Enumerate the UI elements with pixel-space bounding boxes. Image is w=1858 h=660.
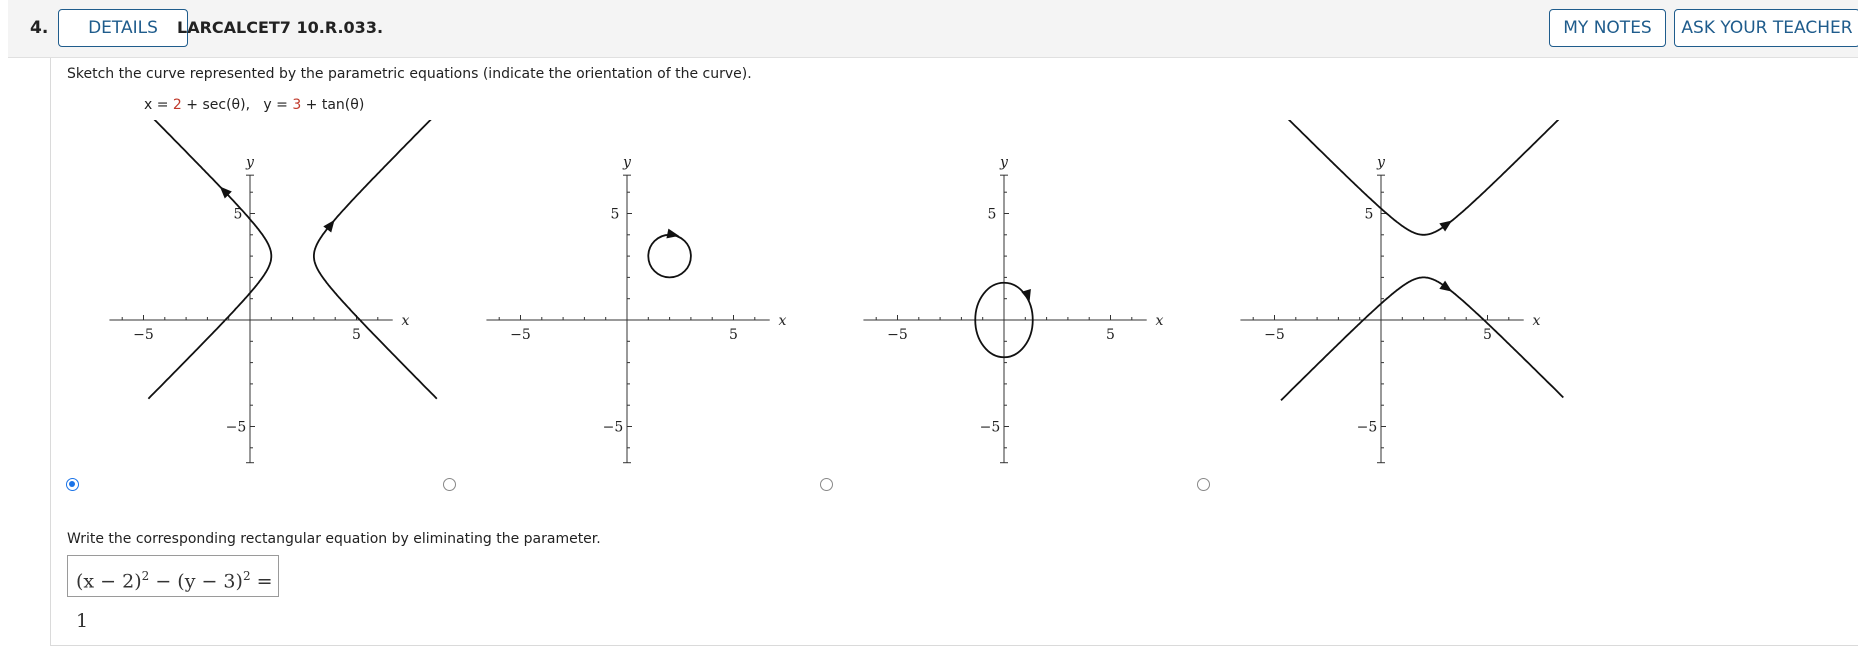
option-d-radio[interactable] xyxy=(1197,478,1210,491)
option-c-radio[interactable] xyxy=(820,478,833,491)
hyperbola-branch-upper xyxy=(1287,120,1560,236)
x-tick-label: 5 xyxy=(1483,327,1492,343)
circle-curve xyxy=(647,233,692,279)
ask-teacher-button[interactable]: ASK YOUR TEACHER xyxy=(1674,9,1858,47)
answer-exp2: 2 xyxy=(242,569,251,583)
y-tick-label: −5 xyxy=(226,420,247,436)
rectangular-equation-prompt: Write the corresponding rectangular equa… xyxy=(67,531,601,547)
eq-y-rest: + tan(θ) xyxy=(301,97,365,113)
x-tick-label: −5 xyxy=(510,327,531,343)
eq-y-constant: 3 xyxy=(292,97,302,113)
x-tick-label: 5 xyxy=(1106,327,1115,343)
parametric-equations: x = 2 + sec(θ), y = 3 + tan(θ) xyxy=(144,97,364,113)
y-tick-label: −5 xyxy=(1357,420,1378,436)
x-axis-label: x xyxy=(402,313,410,329)
eq-x-label: x = xyxy=(144,97,173,113)
x-axis-label: x xyxy=(1533,313,1541,329)
x-tick-label: 5 xyxy=(352,327,361,343)
question-prompt: Sketch the curve represented by the para… xyxy=(67,66,752,82)
eq-y-label: y = xyxy=(263,97,293,113)
y-tick-label: −5 xyxy=(980,420,1001,436)
y-axis-label: y xyxy=(245,155,255,171)
x-tick-label: −5 xyxy=(1264,327,1285,343)
question-number: 4. xyxy=(30,18,49,38)
question-header: 4. DETAILS LARCALCET7 10.R.033. MY NOTES… xyxy=(8,0,1858,58)
x-tick-label: −5 xyxy=(887,327,908,343)
x-axis-label: x xyxy=(779,313,787,329)
graph-options: xy−5 55−5xy−5 55−5xy−5 55−5xy−5 55−5 xyxy=(109,120,1564,464)
option-a-radio[interactable] xyxy=(66,478,79,491)
hyperbola-branch-lower xyxy=(1280,276,1564,401)
my-notes-button[interactable]: MY NOTES xyxy=(1549,9,1666,47)
orientation-arrow xyxy=(1439,220,1453,232)
y-tick-label: 5 xyxy=(988,207,997,223)
y-tick-label: 5 xyxy=(1365,207,1374,223)
answer-mid: − (y − 3) xyxy=(149,570,243,593)
x-axis-label: x xyxy=(1156,313,1164,329)
x-tick-label: −5 xyxy=(133,327,154,343)
hyperbola-branch-right xyxy=(312,120,438,400)
answer-box: (x − 2)2 − (y − 3)2 = 1 xyxy=(67,555,279,632)
option-b-radio[interactable] xyxy=(443,478,456,491)
eq-x-rest: + sec(θ), xyxy=(181,97,251,113)
y-tick-label: 5 xyxy=(611,207,620,223)
y-axis-label: y xyxy=(622,155,632,171)
y-axis-label: y xyxy=(1376,155,1386,171)
eq-x-constant: 2 xyxy=(172,97,182,113)
answer-lhs: (x − 2) xyxy=(76,570,142,593)
x-tick-label: 5 xyxy=(729,327,738,343)
orientation-arrow xyxy=(1439,280,1453,292)
problem-code: LARCALCET7 10.R.033. xyxy=(177,18,384,37)
y-tick-label: −5 xyxy=(603,420,624,436)
details-button[interactable]: DETAILS xyxy=(58,9,188,47)
y-axis-label: y xyxy=(999,155,1009,171)
